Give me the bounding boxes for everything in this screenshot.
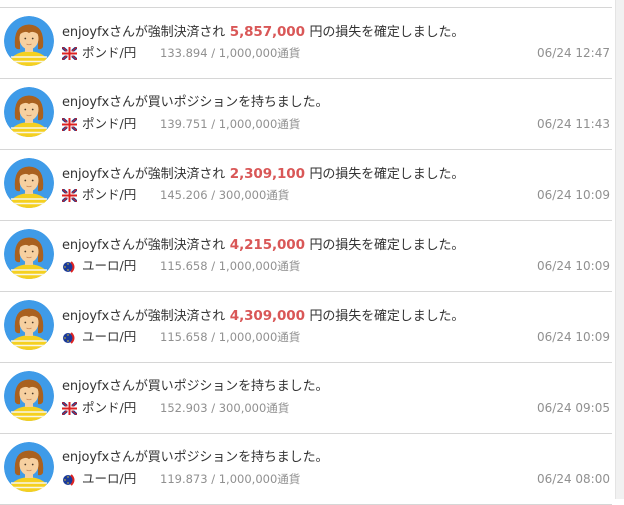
timestamp: 06/24 10:09	[537, 330, 610, 344]
username-link[interactable]: enjoyfx	[62, 167, 109, 182]
message-text-suffix: 円の損失を確定しました。	[309, 309, 465, 324]
message-text: さんが強制決済され	[109, 309, 226, 324]
activity-message: enjoyfxさんが強制決済され 5,857,000 円の損失を確定しました。	[62, 23, 464, 42]
uk-flag-icon	[62, 189, 77, 202]
activity-message: enjoyfxさんが強制決済され 4,309,000 円の損失を確定しました。	[62, 307, 464, 326]
scrollbar[interactable]	[615, 0, 624, 499]
activity-message: enjoyfxさんが買いポジションを持ちました。	[62, 94, 328, 112]
trade-detail: 145.206 / 300,000通貨	[160, 188, 290, 202]
username-link[interactable]: enjoyfx	[62, 450, 109, 465]
timestamp: 06/24 10:09	[537, 259, 610, 273]
timestamp: 06/24 10:09	[537, 188, 610, 202]
timestamp: 06/24 11:43	[537, 117, 610, 131]
timestamp: 06/24 12:47	[537, 46, 610, 60]
currency-pair[interactable]: ユーロ/円	[82, 471, 136, 487]
uk-flag-icon	[62, 402, 77, 415]
message-text: さんが買いポジションを持ちました。	[109, 450, 329, 465]
trade-meta: ユーロ/円 119.873 / 1,000,000通貨 06/24 08:00	[62, 471, 610, 487]
feed-item[interactable]: enjoyfxさんが強制決済され 4,215,000 円の損失を確定しました。 …	[0, 221, 612, 292]
trade-detail: 115.658 / 1,000,000通貨	[160, 259, 301, 273]
trade-meta: ユーロ/円 115.658 / 1,000,000通貨 06/24 10:09	[62, 258, 610, 274]
message-text: さんが買いポジションを持ちました。	[109, 379, 329, 394]
username-link[interactable]: enjoyfx	[62, 238, 109, 253]
currency-pair[interactable]: ユーロ/円	[82, 329, 136, 345]
trade-meta: ユーロ/円 115.658 / 1,000,000通貨 06/24 10:09	[62, 329, 610, 345]
loss-amount: 5,857,000	[225, 24, 310, 40]
trade-detail: 139.751 / 1,000,000通貨	[160, 117, 301, 131]
uk-flag-icon	[62, 47, 77, 60]
loss-amount: 4,215,000	[225, 237, 310, 253]
user-avatar-icon[interactable]	[4, 229, 54, 279]
currency-pair[interactable]: ポンド/円	[82, 45, 136, 61]
uk-flag-icon	[62, 118, 77, 131]
username-link[interactable]: enjoyfx	[62, 379, 109, 394]
username-link[interactable]: enjoyfx	[62, 25, 109, 40]
message-text-suffix: 円の損失を確定しました。	[309, 167, 465, 182]
trade-activity-feed: enjoyfxさんが強制決済され 5,857,000 円の損失を確定しました。 …	[0, 0, 612, 505]
user-avatar-icon[interactable]	[4, 371, 54, 421]
activity-message: enjoyfxさんが強制決済され 2,309,100 円の損失を確定しました。	[62, 165, 464, 184]
user-avatar-icon[interactable]	[4, 300, 54, 350]
trade-meta: ポンド/円 139.751 / 1,000,000通貨 06/24 11:43	[62, 116, 610, 132]
user-avatar-icon[interactable]	[4, 158, 54, 208]
trade-meta: ポンド/円 133.894 / 1,000,000通貨 06/24 12:47	[62, 45, 610, 61]
activity-message: enjoyfxさんが買いポジションを持ちました。	[62, 449, 328, 467]
trade-detail: 119.873 / 1,000,000通貨	[160, 472, 301, 486]
loss-amount: 4,309,000	[225, 308, 310, 324]
username-link[interactable]: enjoyfx	[62, 309, 109, 324]
trade-detail: 115.658 / 1,000,000通貨	[160, 330, 301, 344]
user-avatar-icon[interactable]	[4, 87, 54, 137]
currency-pair[interactable]: ユーロ/円	[82, 258, 136, 274]
currency-pair[interactable]: ポンド/円	[82, 187, 136, 203]
message-text-suffix: 円の損失を確定しました。	[309, 238, 465, 253]
loss-amount: 2,309,100	[225, 166, 310, 182]
message-text: さんが強制決済され	[109, 238, 226, 253]
activity-message: enjoyfxさんが買いポジションを持ちました。	[62, 378, 328, 396]
message-text: さんが強制決済され	[109, 167, 226, 182]
eu-flag-icon	[62, 331, 77, 344]
currency-pair[interactable]: ポンド/円	[82, 116, 136, 132]
currency-pair[interactable]: ポンド/円	[82, 400, 136, 416]
trade-meta: ポンド/円 145.206 / 300,000通貨 06/24 10:09	[62, 187, 610, 203]
feed-item[interactable]: enjoyfxさんが強制決済され 5,857,000 円の損失を確定しました。 …	[0, 8, 612, 79]
feed-item[interactable]: enjoyfxさんが買いポジションを持ちました。 ポンド/円 139.751 /…	[0, 79, 612, 150]
activity-message: enjoyfxさんが強制決済され 4,215,000 円の損失を確定しました。	[62, 236, 464, 255]
eu-flag-icon	[62, 473, 77, 486]
username-link[interactable]: enjoyfx	[62, 95, 109, 110]
user-avatar-icon[interactable]	[4, 442, 54, 492]
message-text: さんが強制決済され	[109, 25, 226, 40]
message-text-suffix: 円の損失を確定しました。	[309, 25, 465, 40]
timestamp: 06/24 09:05	[537, 401, 610, 415]
eu-flag-icon	[62, 260, 77, 273]
trade-detail: 133.894 / 1,000,000通貨	[160, 46, 301, 60]
message-text: さんが買いポジションを持ちました。	[109, 95, 329, 110]
timestamp: 06/24 08:00	[537, 472, 610, 486]
feed-item[interactable]: enjoyfxさんが買いポジションを持ちました。 ポンド/円 152.903 /…	[0, 363, 612, 434]
user-avatar-icon[interactable]	[4, 16, 54, 66]
feed-item[interactable]: enjoyfxさんが強制決済され 2,309,100 円の損失を確定しました。 …	[0, 150, 612, 221]
feed-item[interactable]: enjoyfxさんが強制決済され 4,309,000 円の損失を確定しました。 …	[0, 292, 612, 363]
trade-meta: ポンド/円 152.903 / 300,000通貨 06/24 09:05	[62, 400, 610, 416]
trade-detail: 152.903 / 300,000通貨	[160, 401, 290, 415]
feed-item[interactable]: enjoyfxさんが買いポジションを持ちました。 ユーロ/円 119.873 /…	[0, 434, 612, 505]
